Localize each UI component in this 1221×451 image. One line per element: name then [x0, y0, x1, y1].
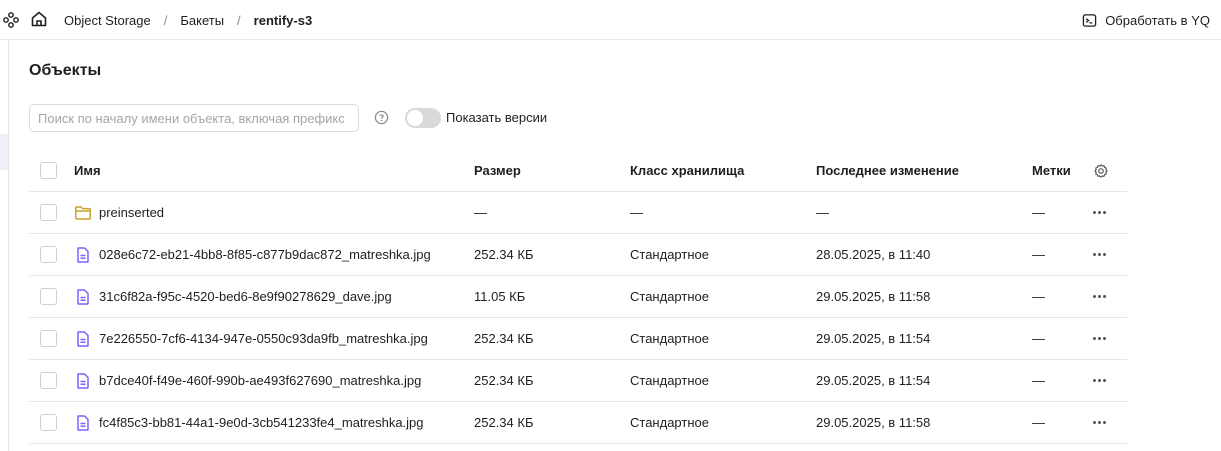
terminal-icon — [1082, 13, 1097, 27]
breadcrumb-separator: / — [237, 12, 241, 28]
sidebar-edge — [0, 40, 9, 451]
object-name-cell[interactable]: 31c6f82a-f95c-4520-bed6-8e9f90278629_dav… — [74, 276, 392, 317]
object-modified: 29.05.2025, в 11:54 — [816, 373, 931, 388]
object-storage-class: — — [630, 205, 643, 220]
file-icon — [77, 246, 89, 263]
object-tags: — — [1032, 289, 1045, 304]
file-icon — [77, 414, 89, 431]
object-modified: 29.05.2025, в 11:58 — [816, 415, 931, 430]
object-size: 252.34 КБ — [474, 373, 534, 388]
object-modified: 28.05.2025, в 11:40 — [816, 247, 931, 262]
object-tags: — — [1032, 331, 1045, 346]
process-in-yq-button[interactable]: Обработать в YQ — [1082, 0, 1210, 40]
process-in-yq-label: Обработать в YQ — [1105, 12, 1210, 28]
object-name[interactable]: 7e226550-7cf6-4134-947e-0550c93da9fb_mat… — [99, 331, 428, 346]
object-size: — — [474, 205, 487, 220]
object-name[interactable]: preinserted — [99, 205, 164, 220]
folder-icon — [75, 205, 91, 220]
objects-table: Имя Размер Класс хранилища Последнее изм… — [29, 150, 1127, 444]
row-checkbox[interactable] — [40, 372, 57, 389]
top-bar: Object Storage / Бакеты / rentify-s3 Обр… — [0, 0, 1221, 40]
breadcrumb-buckets[interactable]: Бакеты — [180, 13, 224, 28]
gear-icon[interactable] — [1093, 163, 1109, 179]
row-checkbox[interactable] — [40, 330, 57, 347]
object-name-cell[interactable]: b7dce40f-f49e-460f-990b-ae493f627690_mat… — [74, 360, 421, 401]
object-modified: — — [816, 205, 829, 220]
more-icon[interactable] — [1093, 421, 1106, 424]
object-size: 11.05 КБ — [474, 289, 526, 304]
column-header-name[interactable]: Имя — [74, 150, 101, 191]
show-versions-toggle[interactable] — [405, 108, 441, 128]
breadcrumb-separator: / — [163, 12, 168, 28]
show-versions-label[interactable]: Показать версии — [446, 110, 547, 125]
row-checkbox[interactable] — [40, 246, 57, 263]
row-checkbox[interactable] — [40, 414, 57, 431]
breadcrumb-bucket-name: rentify-s3 — [253, 12, 313, 28]
object-name[interactable]: 31c6f82a-f95c-4520-bed6-8e9f90278629_dav… — [99, 289, 392, 304]
object-name[interactable]: 028e6c72-eb21-4bb8-8f85-c877b9dac872_mat… — [99, 247, 431, 262]
object-modified: 29.05.2025, в 11:54 — [816, 331, 931, 346]
object-tags: — — [1032, 205, 1045, 220]
object-tags: — — [1032, 373, 1045, 388]
table-row[interactable]: fc4f85c3-bb81-44a1-9e0d-3cb541233fe4_mat… — [29, 402, 1127, 444]
table-row[interactable]: b7dce40f-f49e-460f-990b-ae493f627690_mat… — [29, 360, 1127, 402]
object-storage-class: Стандартное — [630, 289, 709, 304]
help-icon[interactable] — [374, 110, 389, 125]
select-all-checkbox[interactable] — [40, 162, 57, 179]
more-icon[interactable] — [1093, 379, 1106, 382]
column-header-tags[interactable]: Метки — [1032, 150, 1071, 191]
object-size: 252.34 КБ — [474, 247, 534, 262]
column-header-modified[interactable]: Последнее изменение — [816, 150, 959, 191]
sidebar-active-indicator — [0, 134, 8, 170]
file-icon — [77, 372, 89, 389]
file-icon — [77, 330, 89, 347]
page-title: Объекты — [29, 62, 102, 79]
object-tags: — — [1032, 247, 1045, 262]
object-storage-class: Стандартное — [630, 373, 709, 388]
file-icon — [77, 288, 89, 305]
object-storage-class: Стандартное — [630, 415, 709, 430]
more-icon[interactable] — [1093, 295, 1106, 298]
object-name-cell[interactable]: preinserted — [74, 192, 164, 233]
table-row[interactable]: 31c6f82a-f95c-4520-bed6-8e9f90278629_dav… — [29, 276, 1127, 318]
row-checkbox[interactable] — [40, 204, 57, 221]
object-name[interactable]: b7dce40f-f49e-460f-990b-ae493f627690_mat… — [99, 373, 421, 388]
table-row[interactable]: preinserted — — — — — [29, 192, 1127, 234]
table-header: Имя Размер Класс хранилища Последнее изм… — [29, 150, 1127, 192]
object-name-cell[interactable]: 028e6c72-eb21-4bb8-8f85-c877b9dac872_mat… — [74, 234, 431, 275]
toggle-knob — [407, 110, 423, 126]
table-row[interactable]: 7e226550-7cf6-4134-947e-0550c93da9fb_mat… — [29, 318, 1127, 360]
row-checkbox[interactable] — [40, 288, 57, 305]
services-icon[interactable] — [2, 11, 20, 29]
column-header-storage-class[interactable]: Класс хранилища — [630, 150, 744, 191]
search-input[interactable] — [29, 104, 359, 132]
table-row[interactable]: 028e6c72-eb21-4bb8-8f85-c877b9dac872_mat… — [29, 234, 1127, 276]
object-size: 252.34 КБ — [474, 415, 534, 430]
object-tags: — — [1032, 415, 1045, 430]
breadcrumb: Object Storage / Бакеты / rentify-s3 — [64, 0, 312, 40]
more-icon[interactable] — [1093, 211, 1106, 214]
object-size: 252.34 КБ — [474, 331, 534, 346]
more-icon[interactable] — [1093, 253, 1106, 256]
object-storage-class: Стандартное — [630, 247, 709, 262]
object-name-cell[interactable]: fc4f85c3-bb81-44a1-9e0d-3cb541233fe4_mat… — [74, 402, 424, 443]
more-icon[interactable] — [1093, 337, 1106, 340]
object-modified: 29.05.2025, в 11:58 — [816, 289, 931, 304]
home-icon[interactable] — [30, 10, 48, 28]
object-storage-class: Стандартное — [630, 331, 709, 346]
column-header-size[interactable]: Размер — [474, 150, 521, 191]
object-name-cell[interactable]: 7e226550-7cf6-4134-947e-0550c93da9fb_mat… — [74, 318, 428, 359]
breadcrumb-object-storage[interactable]: Object Storage — [64, 13, 151, 28]
object-name[interactable]: fc4f85c3-bb81-44a1-9e0d-3cb541233fe4_mat… — [99, 415, 424, 430]
